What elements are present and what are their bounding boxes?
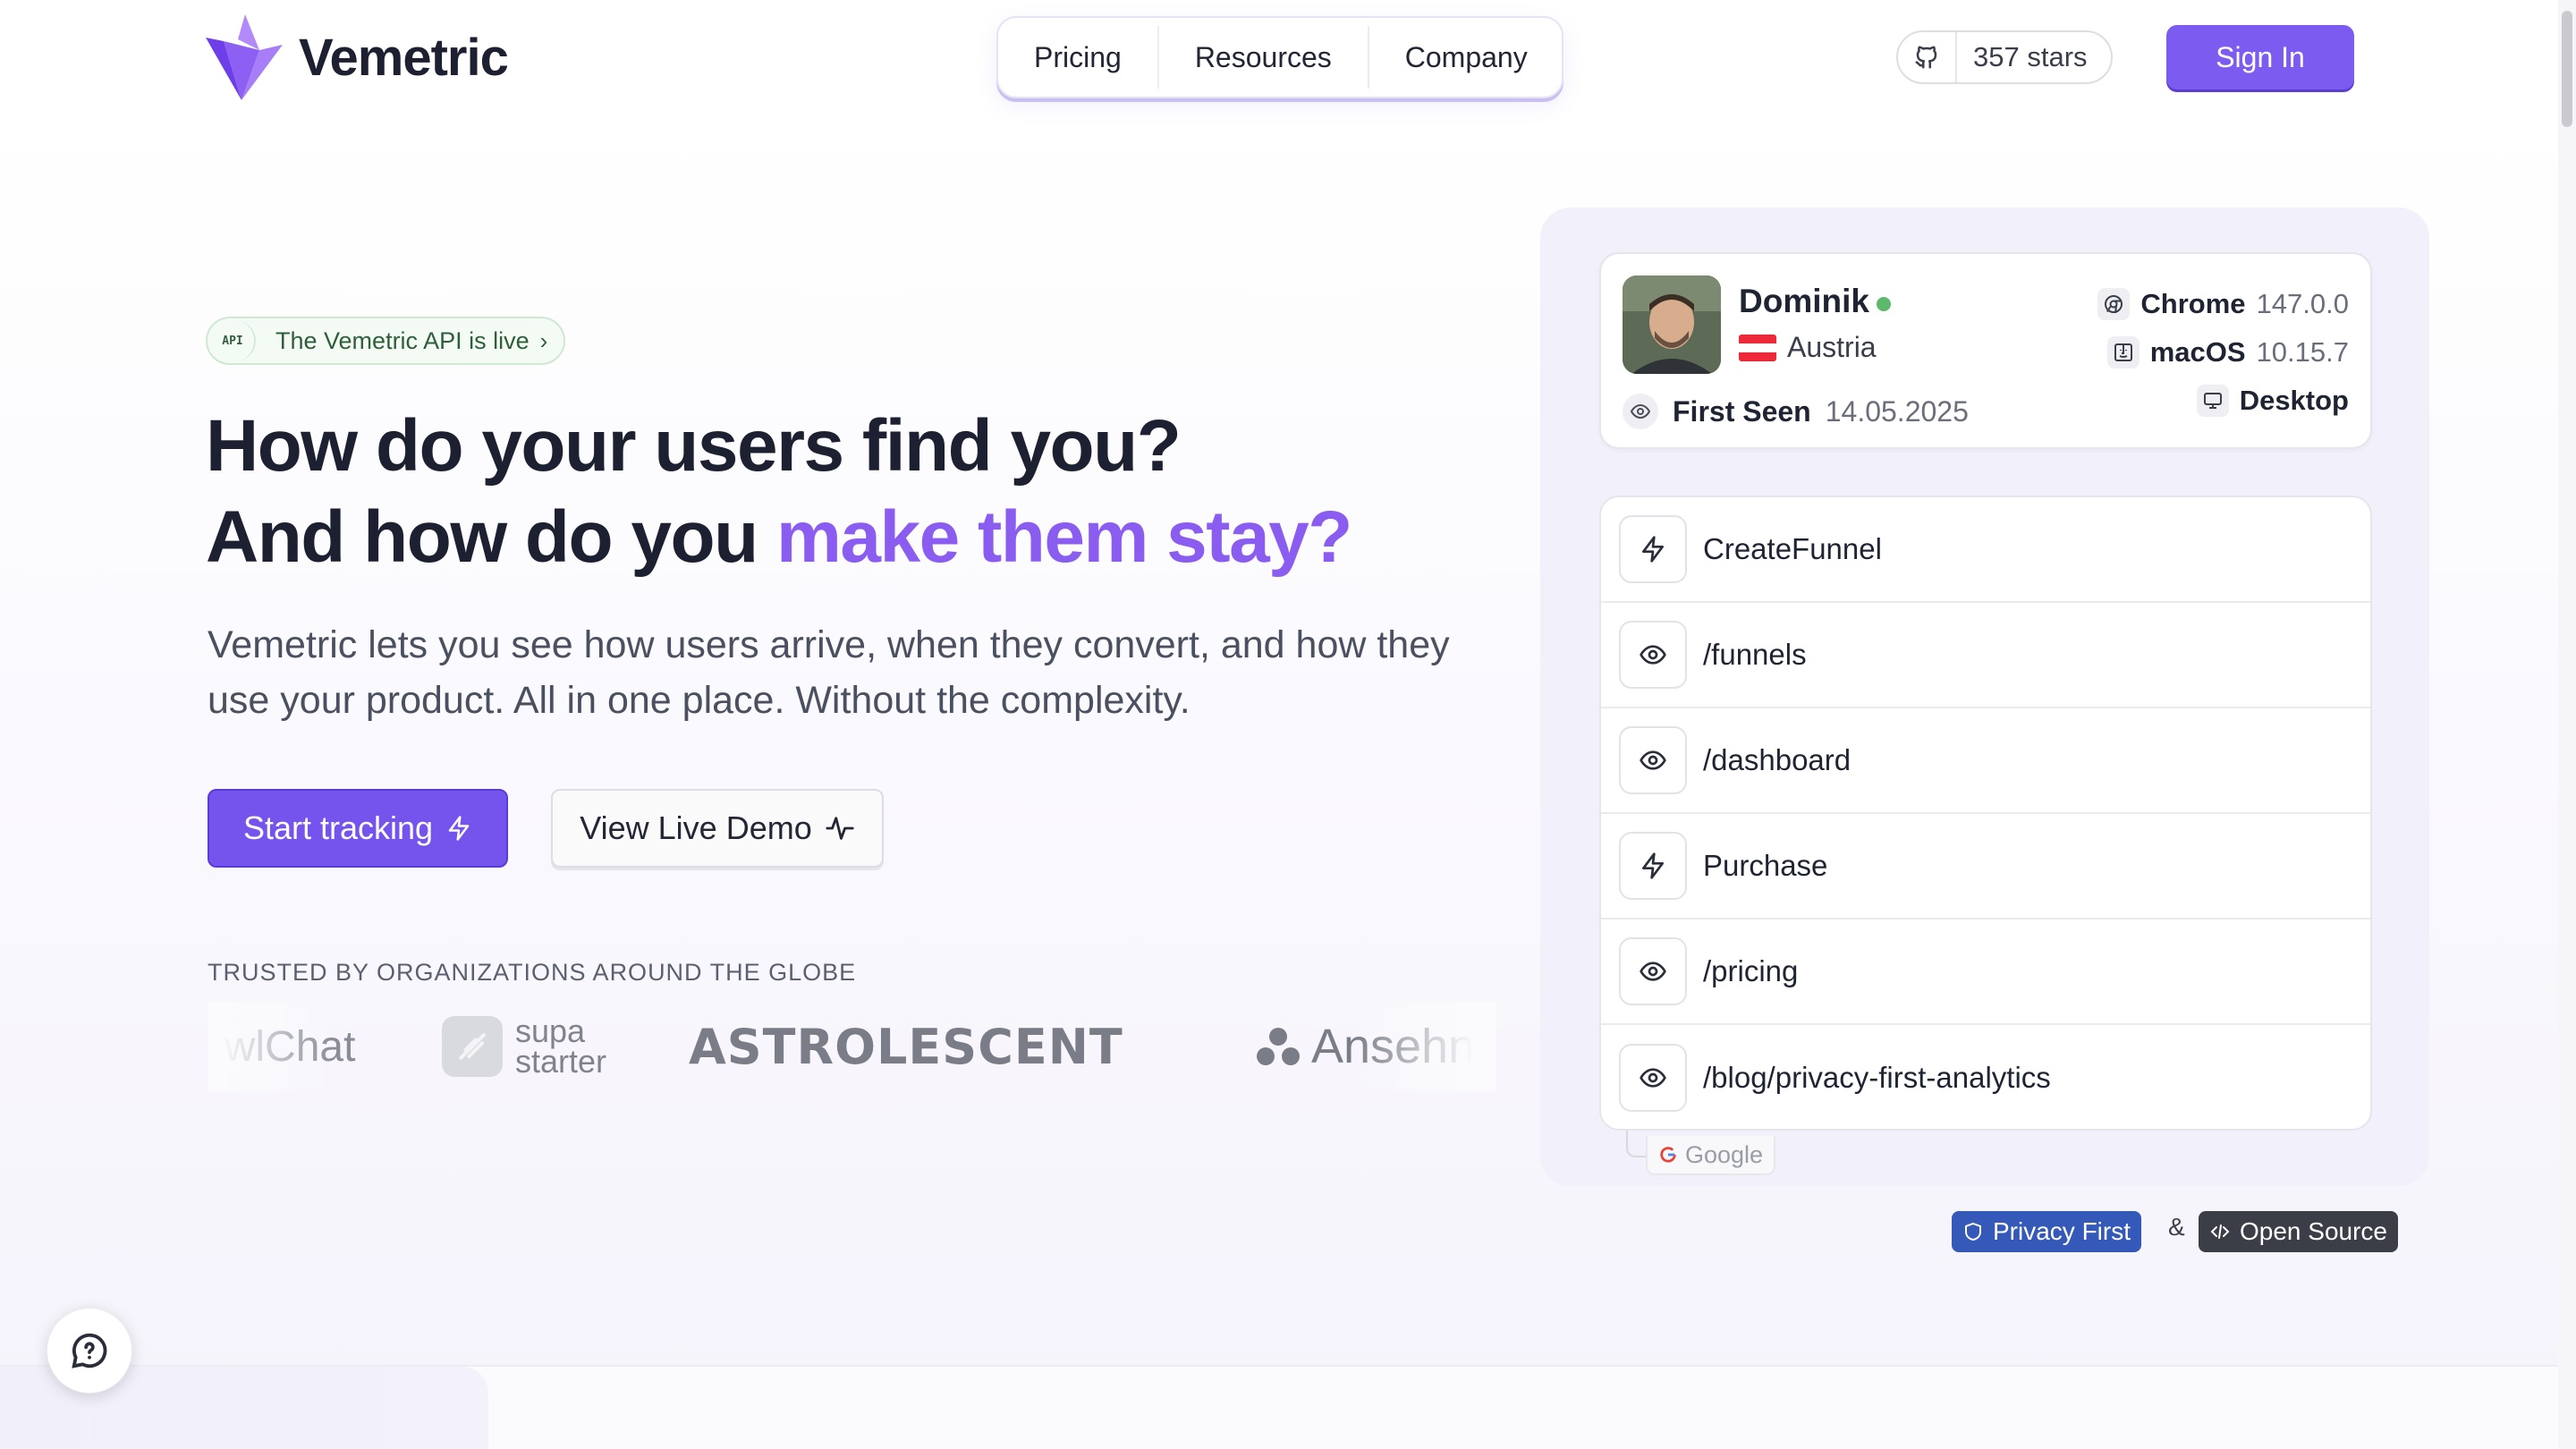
open-source-badge: Open Source: [2199, 1211, 2398, 1252]
event-row[interactable]: /dashboard: [1601, 708, 2370, 814]
trusted-label: TRUSTED BY ORGANIZATIONS AROUND THE GLOB…: [208, 959, 857, 986]
monitor-icon: [2196, 385, 2229, 417]
event-row[interactable]: Purchase: [1601, 814, 2370, 919]
bolt-icon: [1619, 832, 1687, 900]
sign-in-button[interactable]: Sign In: [2166, 25, 2354, 89]
supastarter-icon: [442, 1016, 503, 1077]
os-row: macOS 10.15.7: [2106, 336, 2349, 369]
view-live-demo-label: View Live Demo: [580, 809, 812, 846]
event-row[interactable]: CreateFunnel: [1601, 497, 2370, 603]
github-stars-count: 357 stars: [1973, 41, 2088, 72]
event-label: /blog/privacy-first-analytics: [1703, 1061, 2051, 1094]
logos-fade-left: [208, 1002, 333, 1091]
nav-pricing[interactable]: Pricing: [998, 26, 1159, 89]
api-badge-text: The Vemetric API is live: [275, 326, 530, 354]
supastarter-line-1: supa: [515, 1013, 586, 1049]
ansehn-icon: [1257, 1028, 1300, 1065]
shield-icon: [1965, 1222, 1981, 1241]
device-row: Desktop: [2196, 385, 2349, 417]
scrollbar-thumb[interactable]: [2562, 11, 2572, 127]
event-row[interactable]: /pricing: [1601, 919, 2370, 1025]
first-seen-row: First Seen 14.05.2025: [1623, 394, 1969, 429]
event-row[interactable]: /blog/privacy-first-analytics: [1601, 1025, 2370, 1129]
event-label: /funnels: [1703, 638, 1807, 671]
brand-logo[interactable]: Vemetric: [206, 14, 509, 100]
api-tag: API: [211, 320, 256, 361]
customer-logos: awlChat supa starter ASTROLESCENT Ansehn: [208, 1002, 1496, 1091]
event-label: CreateFunnel: [1703, 532, 1882, 565]
chevron-right-icon: ›: [539, 326, 548, 354]
referrer-tag: Google: [1646, 1136, 1776, 1175]
eye-icon: [1623, 394, 1658, 429]
headline-line-2-plain: And how do you: [206, 496, 776, 578]
headline-line-2: And how do you make them stay?: [206, 492, 1352, 583]
timeline-connector: [1626, 1131, 1648, 1157]
device-type: Desktop: [2239, 385, 2349, 416]
user-country-label: Austria: [1787, 331, 1877, 363]
event-timeline: CreateFunnel /funnels /dashboard Purchas…: [1599, 496, 2372, 1131]
hero-headline: How do your users find you? And how do y…: [206, 401, 1352, 583]
logo-astrolescent: ASTROLESCENT: [689, 1018, 1123, 1075]
eye-icon: [1619, 1044, 1687, 1112]
event-label: /dashboard: [1703, 743, 1852, 776]
event-label: /pricing: [1703, 954, 1799, 987]
privacy-first-badge: Privacy First: [1952, 1211, 2141, 1252]
bolt-icon: [1619, 515, 1687, 583]
nav-resources[interactable]: Resources: [1159, 26, 1369, 89]
user-profile-card: Dominik Austria First Seen 14.05.2025 Ch…: [1599, 252, 2372, 449]
start-tracking-button[interactable]: Start tracking: [208, 789, 508, 868]
site-header: Vemetric Pricing Resources Company 357 s…: [0, 0, 2558, 116]
eye-icon: [1619, 621, 1687, 689]
github-icon: [1898, 32, 1957, 82]
hero-subtext: Vemetric lets you see how users arrive, …: [208, 623, 1450, 722]
eye-icon: [1619, 726, 1687, 794]
google-icon: [1660, 1147, 1676, 1163]
main-nav: Pricing Resources Company: [996, 16, 1563, 98]
open-source-label: Open Source: [2240, 1217, 2387, 1245]
referrer-label: Google: [1685, 1140, 1764, 1168]
user-name: Dominik: [1739, 283, 1869, 319]
ampersand: &: [2168, 1213, 2185, 1241]
scrollbar-track[interactable]: [2558, 0, 2576, 1449]
chat-bubble-icon: [72, 1333, 107, 1368]
activity-icon: [826, 817, 854, 840]
eye-icon: [1619, 937, 1687, 1005]
brand-name: Vemetric: [299, 28, 509, 87]
nav-company[interactable]: Company: [1369, 26, 1563, 89]
privacy-first-label: Privacy First: [1993, 1217, 2131, 1245]
start-tracking-label: Start tracking: [242, 809, 434, 846]
logos-fade-right: [1352, 1002, 1496, 1091]
first-seen-label: First Seen: [1673, 394, 1811, 428]
macos-icon: [2106, 336, 2140, 369]
vemetric-logo-icon: [206, 14, 283, 100]
user-country: Austria: [1739, 331, 1877, 364]
api-announcement-badge[interactable]: API The Vemetric API is live ›: [206, 317, 566, 365]
headline-accent: make them stay?: [775, 496, 1352, 578]
browser-version: 147.0.0: [2256, 288, 2349, 319]
logo-supastarter: supa starter: [442, 1002, 606, 1091]
browser-name: Chrome: [2140, 288, 2246, 319]
chat-support-button[interactable]: [47, 1308, 132, 1394]
code-icon: [2210, 1224, 2230, 1239]
online-status-dot: [1877, 297, 1891, 311]
view-live-demo-button[interactable]: View Live Demo: [551, 789, 884, 868]
first-seen-value: 14.05.2025: [1825, 394, 1969, 428]
supastarter-line-2: starter: [515, 1043, 607, 1080]
headline-line-1: How do your users find you?: [206, 405, 1182, 487]
bolt-icon: [448, 816, 470, 841]
event-label: Purchase: [1703, 849, 1828, 882]
browser-row: Chrome 147.0.0: [2097, 288, 2349, 320]
austria-flag-icon: [1739, 334, 1776, 361]
github-stars-button[interactable]: 357 stars: [1896, 30, 2113, 84]
event-row[interactable]: /funnels: [1601, 603, 2370, 708]
os-version: 10.15.7: [2256, 336, 2349, 368]
user-avatar: [1623, 275, 1721, 374]
chrome-icon: [2097, 288, 2131, 320]
os-name: macOS: [2149, 336, 2246, 368]
